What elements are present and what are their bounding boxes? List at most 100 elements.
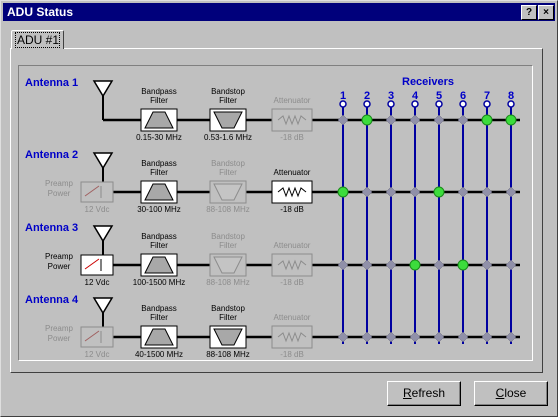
antenna-2-label: Antenna 2 xyxy=(25,149,78,161)
antenna-3-bandpass-range: 100-1500 MHz xyxy=(133,278,185,287)
antenna-1-attenuator-value: -18 dB xyxy=(280,133,304,142)
antenna-2-icon xyxy=(92,152,114,170)
antenna-4-label: Antenna 4 xyxy=(25,294,79,306)
antenna-1-node-7-active xyxy=(481,114,493,126)
antenna-3-bandstop-line1: Bandstop xyxy=(211,232,245,241)
antenna-3-node-5 xyxy=(433,259,445,271)
antenna-3-node-3 xyxy=(385,259,397,271)
tab-adu-1[interactable]: ADU #1 xyxy=(11,30,64,49)
receiver-label-1: 1 xyxy=(340,90,346,102)
antenna-2-bandstop-line1: Bandstop xyxy=(211,159,245,168)
receiver-port-4 xyxy=(411,100,419,108)
antenna-1-bandstop-line1: Bandstop xyxy=(211,87,245,96)
antenna-2-bandstop-range: 88-108 MHz xyxy=(206,205,250,214)
antenna-2-attenuator-title: Attenuator xyxy=(274,168,311,177)
antenna-3-attenuator-value: -18 dB xyxy=(280,278,304,287)
antenna-3-bandpass-line2: Filter xyxy=(150,241,168,250)
antenna-3-preamp-box xyxy=(80,254,114,276)
antenna-2-node-5-active xyxy=(433,186,445,198)
antenna-4-preamp-box xyxy=(80,326,114,348)
antenna-1-bandstop-range: 0.53-1.6 MHz xyxy=(204,133,252,142)
close-button[interactable]: Close xyxy=(474,381,548,406)
antenna-2-preamp-line2: Power xyxy=(48,189,71,198)
antenna-1-node-2-active xyxy=(361,114,373,126)
antenna-4-preamp-line2: Power xyxy=(48,334,71,343)
antenna-4-node-7 xyxy=(481,331,493,343)
receiver-port-8 xyxy=(507,100,515,108)
receiver-port-5 xyxy=(435,100,443,108)
antenna-1-node-5 xyxy=(433,114,445,126)
antenna-1-node-8-active xyxy=(505,114,517,126)
antenna-3-bandstop-line2: Filter xyxy=(219,241,237,250)
antenna-4-node-3 xyxy=(385,331,397,343)
antenna-1-bandpass-range: 0.15-30 MHz xyxy=(136,133,182,142)
antenna-4-bandstop-line1: Bandstop xyxy=(211,304,245,313)
antenna-3-node-4-active xyxy=(409,259,421,271)
antenna-4-node-5 xyxy=(433,331,445,343)
refresh-button[interactable]: Refresh xyxy=(387,381,461,406)
antenna-3-preamp-line1: Preamp xyxy=(45,252,74,261)
antenna-4-bandpass-range: 40-1500 MHz xyxy=(135,350,183,359)
antenna-4-bandpass-line1: Bandpass xyxy=(141,304,177,313)
antenna-3-node-6-active xyxy=(457,259,469,271)
receiver-port-1 xyxy=(339,100,347,108)
receiver-label-2: 2 xyxy=(364,90,370,102)
antenna-4-icon xyxy=(92,297,114,315)
antenna-4-node-1 xyxy=(337,331,349,343)
antenna-1-node-6 xyxy=(457,114,469,126)
receiver-label-7: 7 xyxy=(484,90,490,102)
antenna-1-icon xyxy=(92,80,114,98)
antenna-3-icon xyxy=(92,225,114,243)
antenna-2-node-6 xyxy=(457,186,469,198)
antenna-1-bandpass-line2: Filter xyxy=(150,96,168,105)
antenna-2-preamp-line1: Preamp xyxy=(45,179,74,188)
antenna-4-attenuator-value: -18 dB xyxy=(280,350,304,359)
antenna-2-preamp-box xyxy=(80,181,114,203)
antenna-3-node-1 xyxy=(337,259,349,271)
antenna-2-bandpass-line2: Filter xyxy=(150,168,168,177)
antenna-3-preamp-line2: Power xyxy=(48,262,71,271)
antenna-4-bandstop-range: 88-108 MHz xyxy=(206,350,250,359)
antenna-4-preamp-line1: Preamp xyxy=(45,324,74,333)
antenna-2-bandstop-line2: Filter xyxy=(219,168,237,177)
antenna-1-attenuator-title: Attenuator xyxy=(274,96,311,105)
antenna-2-bandpass-line1: Bandpass xyxy=(141,159,177,168)
receiver-label-4: 4 xyxy=(412,90,419,102)
antenna-2-bandpass-range: 30-100 MHz xyxy=(137,205,181,214)
antenna-3-label: Antenna 3 xyxy=(25,222,78,234)
receiver-port-3 xyxy=(387,100,395,108)
antenna-3-bandstop-range: 88-108 MHz xyxy=(206,278,250,287)
antenna-4-bandpass-line2: Filter xyxy=(150,313,168,322)
antenna-2-node-1-active xyxy=(337,186,349,198)
antenna-4-bandstop-line2: Filter xyxy=(219,313,237,322)
antenna-4-node-6 xyxy=(457,331,469,343)
antenna-1-bandstop-line2: Filter xyxy=(219,96,237,105)
antenna-1-node-3 xyxy=(385,114,397,126)
receiver-label-5: 5 xyxy=(436,90,442,102)
antenna-4-node-4 xyxy=(409,331,421,343)
receiver-label-3: 3 xyxy=(388,90,394,102)
antenna-4-node-2 xyxy=(361,331,373,343)
antenna-3-preamp-value: 12 Vdc xyxy=(85,278,110,287)
antenna-2-node-4 xyxy=(409,186,421,198)
antenna-4-node-8 xyxy=(505,331,517,343)
antenna-3-node-2 xyxy=(361,259,373,271)
receiver-port-2 xyxy=(363,100,371,108)
antenna-1-node-1 xyxy=(337,114,349,126)
antenna-2-preamp-value: 12 Vdc xyxy=(85,205,110,214)
receivers-title: Receivers xyxy=(402,76,454,88)
receiver-label-8: 8 xyxy=(508,90,514,102)
antenna-3-node-8 xyxy=(505,259,517,271)
antenna-2-node-8 xyxy=(505,186,517,198)
antenna-1-node-4 xyxy=(409,114,421,126)
antenna-2-node-7 xyxy=(481,186,493,198)
routing-diagram: Receivers1 2 3 4 5 6 7 8Antenna 1BandpassFilter… xyxy=(25,76,520,359)
antenna-1-label: Antenna 1 xyxy=(25,77,78,89)
receiver-label-6: 6 xyxy=(460,90,466,102)
antenna-3-attenuator-title: Attenuator xyxy=(274,241,311,250)
receiver-port-7 xyxy=(483,100,491,108)
antenna-3-node-7 xyxy=(481,259,493,271)
antenna-1-bandpass-line1: Bandpass xyxy=(141,87,177,96)
receiver-port-6 xyxy=(459,100,467,108)
antenna-4-preamp-value: 12 Vdc xyxy=(85,350,110,359)
